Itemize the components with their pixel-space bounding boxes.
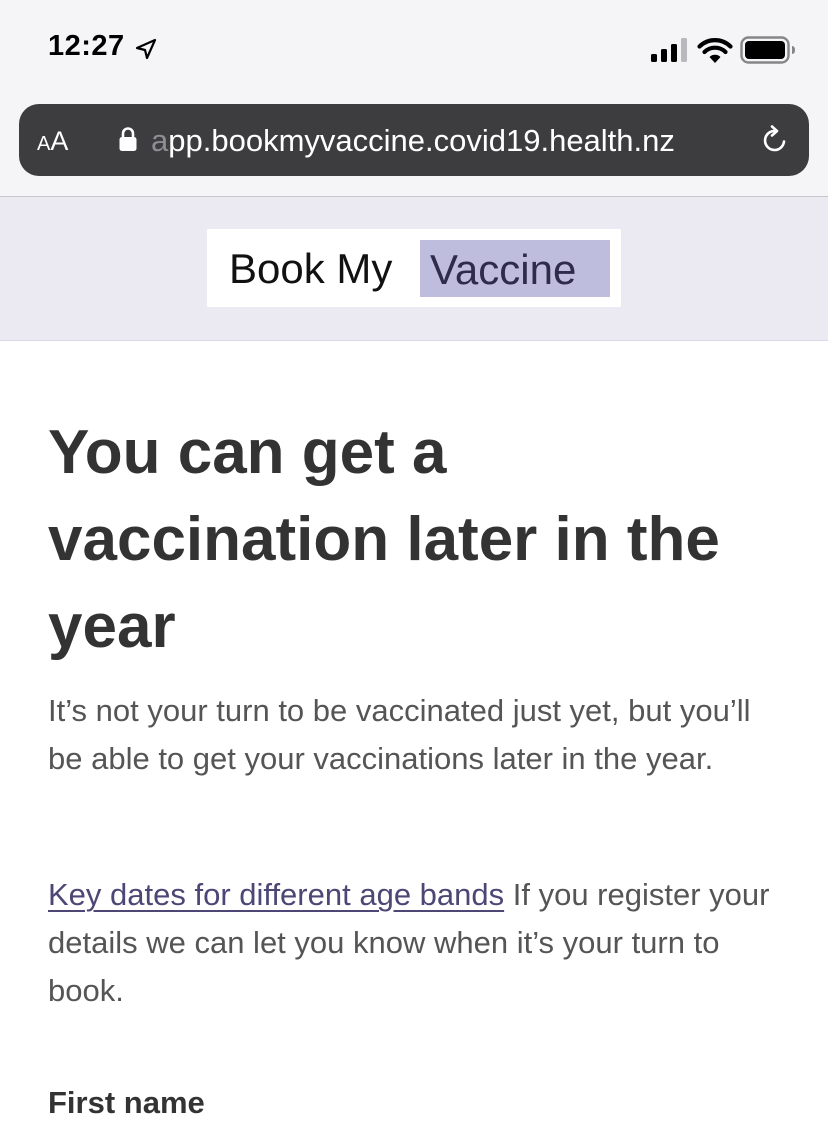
logo-text-book-my: Book My xyxy=(229,245,393,292)
logo-text-vaccine: Vaccine xyxy=(420,240,610,297)
battery-icon xyxy=(740,36,795,64)
browser-toolbar: AA app.bookmyvaccine.covid19.health.nz xyxy=(0,96,828,197)
key-dates-link[interactable]: Key dates for different age bands xyxy=(48,877,504,912)
status-time: 12:27 xyxy=(48,30,125,62)
cellular-signal-icon xyxy=(651,38,687,62)
reload-icon[interactable] xyxy=(759,124,791,156)
address-bar[interactable]: AA app.bookmyvaccine.covid19.health.nz xyxy=(19,104,809,176)
wifi-icon xyxy=(697,38,733,63)
reader-view-button[interactable]: AA xyxy=(37,104,68,176)
url-faded-prefix: a xyxy=(151,123,169,158)
register-info-paragraph: Key dates for different age bands If you… xyxy=(48,871,788,1015)
reader-label-small: A xyxy=(37,133,51,155)
book-my-vaccine-logo[interactable]: Book My Vaccine xyxy=(207,229,621,307)
reader-label-large: A xyxy=(50,126,69,156)
first-name-label: First name xyxy=(48,1085,205,1120)
url-text[interactable]: app.bookmyvaccine.covid19.health.nz xyxy=(151,104,741,176)
intro-paragraph: It’s not your turn to be vaccinated just… xyxy=(48,693,751,776)
page-title: You can get a vaccination later in the y… xyxy=(48,418,720,661)
main-content: You can get a vaccination later in the y… xyxy=(0,341,828,1120)
status-bar: 12:27 xyxy=(0,0,828,96)
location-arrow-icon xyxy=(135,38,157,60)
lock-icon xyxy=(119,127,137,151)
url-main: pp.bookmyvaccine.covid19.health.nz xyxy=(168,123,675,158)
site-header: Book My Vaccine xyxy=(0,197,828,341)
